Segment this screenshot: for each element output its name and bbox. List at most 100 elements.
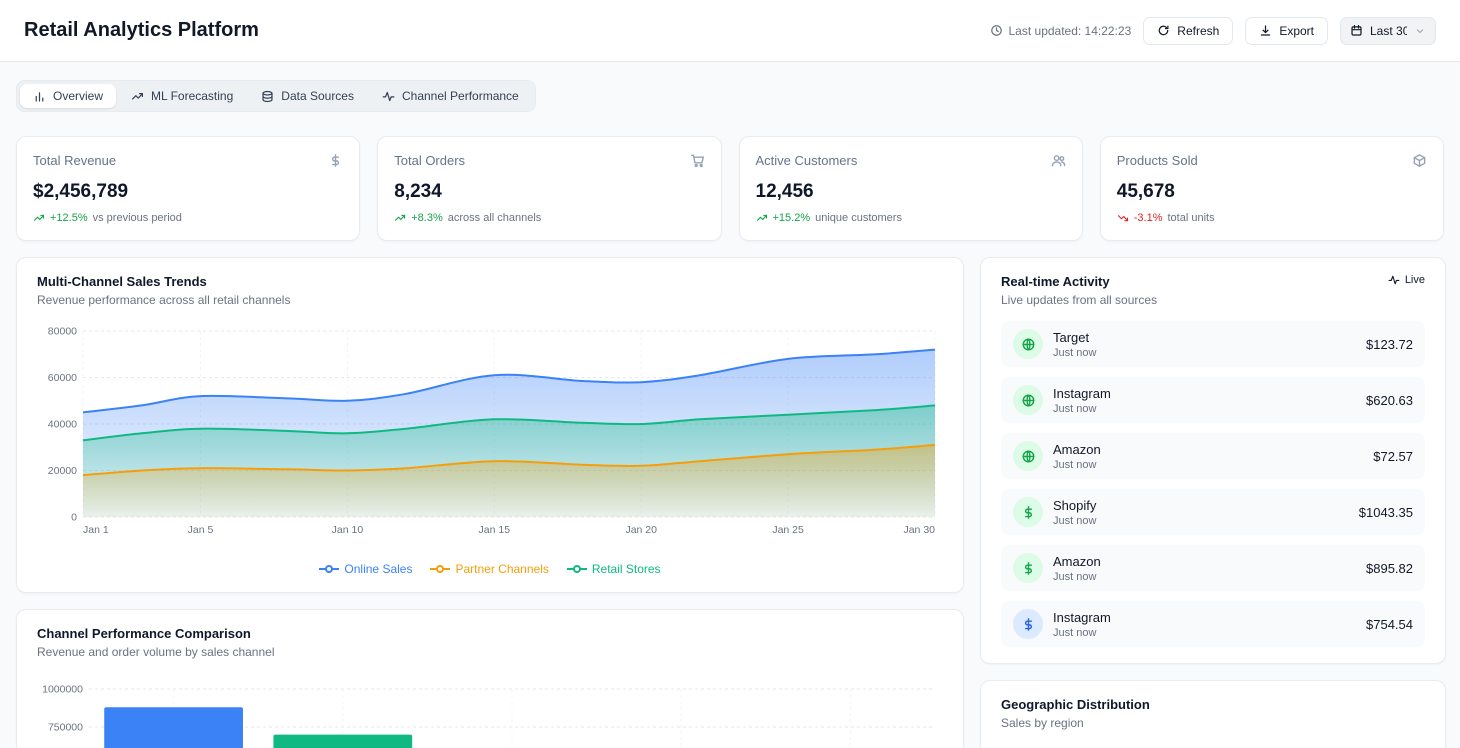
svg-text:40000: 40000 (48, 419, 77, 431)
cart-icon (690, 153, 705, 168)
legend-label: Online Sales (344, 562, 412, 576)
activity-source-icon-wrap (1013, 329, 1043, 359)
activity-source: Instagram (1053, 386, 1356, 401)
tab-ml-forecasting[interactable]: ML Forecasting (118, 84, 246, 108)
kpi-delta: +15.2% (773, 212, 811, 224)
activity-source-icon-wrap (1013, 497, 1043, 527)
geo-subtitle: Sales by region (1001, 716, 1425, 730)
legend-marker (319, 564, 339, 574)
channel-comparison-card: Channel Performance Comparison Revenue a… (16, 609, 964, 748)
clock-icon (990, 24, 1003, 37)
kpi-grid: Total Revenue$2,456,789+12.5%vs previous… (16, 136, 1444, 241)
date-range-select[interactable]: Last 30 da (1340, 17, 1436, 45)
globe-icon (1021, 449, 1036, 464)
download-icon (1259, 24, 1272, 37)
activity-source: Amazon (1053, 442, 1363, 457)
channel-comparison-subtitle: Revenue and order volume by sales channe… (37, 645, 943, 659)
svg-text:Jan 1: Jan 1 (83, 524, 109, 536)
activity-row[interactable]: AmazonJust now$895.82 (1001, 545, 1425, 591)
svg-text:750000: 750000 (48, 722, 83, 734)
activity-source-icon-wrap (1013, 609, 1043, 639)
legend-label: Partner Channels (455, 562, 548, 576)
kpi-value: 8,234 (394, 181, 704, 203)
activity-time: Just now (1053, 403, 1356, 415)
activity-amount: $895.82 (1366, 561, 1413, 576)
refresh-icon (1157, 24, 1170, 37)
last-updated-text: Last updated: 14:22:23 (1009, 24, 1132, 38)
tab-overview[interactable]: Overview (20, 84, 116, 108)
dollar-icon (1021, 617, 1036, 632)
svg-text:1000000: 1000000 (42, 684, 83, 696)
activity-amount: $123.72 (1366, 337, 1413, 352)
page-title: Retail Analytics Platform (24, 19, 259, 42)
svg-text:Jan 5: Jan 5 (188, 524, 214, 536)
activity-icon (1388, 274, 1400, 286)
trending-up-icon (33, 212, 45, 224)
kpi-delta: +8.3% (411, 212, 443, 224)
kpi-card-total-orders: Total Orders8,234+8.3%across all channel… (377, 136, 721, 241)
activity-row[interactable]: InstagramJust now$620.63 (1001, 377, 1425, 423)
channel-bar-chart[interactable]: 02500005000007500001000000 (37, 673, 943, 748)
legend-marker (430, 564, 450, 574)
dollar-icon (1021, 505, 1036, 520)
activity-row[interactable]: TargetJust now$123.72 (1001, 321, 1425, 367)
trending-down-icon (1117, 212, 1129, 224)
tab-label: Channel Performance (402, 89, 519, 103)
package-icon (1412, 153, 1427, 168)
kpi-value: 45,678 (1117, 181, 1427, 203)
activity-time: Just now (1053, 347, 1356, 359)
activity-amount: $1043.35 (1359, 505, 1413, 520)
activity-amount: $72.57 (1373, 449, 1413, 464)
activity-time: Just now (1053, 571, 1356, 583)
live-badge: Live (1388, 274, 1425, 286)
activity-row[interactable]: ShopifyJust now$1043.35 (1001, 489, 1425, 535)
live-label: Live (1405, 274, 1425, 286)
right-column: Real-time Activity Live updates from all… (980, 257, 1446, 748)
svg-text:Jan 10: Jan 10 (332, 524, 364, 536)
channel-comparison-title: Channel Performance Comparison (37, 626, 943, 641)
tab-label: ML Forecasting (151, 89, 233, 103)
activity-source-icon-wrap (1013, 385, 1043, 415)
legend-item-partner-channels[interactable]: Partner Channels (430, 562, 548, 576)
activity-title: Real-time Activity (1001, 274, 1157, 289)
trending-up-icon (394, 212, 406, 224)
kpi-desc: vs previous period (93, 212, 182, 224)
sales-trends-title: Multi-Channel Sales Trends (37, 274, 943, 289)
svg-text:0: 0 (71, 512, 77, 524)
svg-text:60000: 60000 (48, 372, 77, 384)
kpi-delta: -3.1% (1134, 212, 1163, 224)
users-icon (1051, 153, 1066, 168)
export-button[interactable]: Export (1245, 17, 1328, 45)
app-header: Retail Analytics Platform Last updated: … (0, 0, 1460, 62)
tab-data-sources[interactable]: Data Sources (248, 84, 367, 108)
bar (273, 735, 412, 748)
legend-label: Retail Stores (592, 562, 661, 576)
activity-time: Just now (1053, 515, 1349, 527)
trending-up-icon (131, 90, 144, 103)
activity-row[interactable]: Amazon Just now $72.57 (1001, 433, 1425, 479)
chevron-down-icon (1414, 25, 1426, 37)
kpi-desc: unique customers (815, 212, 902, 224)
tab-channel-performance[interactable]: Channel Performance (369, 84, 532, 108)
geo-title: Geographic Distribution (1001, 697, 1425, 712)
left-column: Multi-Channel Sales Trends Revenue perfo… (16, 257, 964, 748)
chart-legend: Online Sales Partner Channels Retail Store… (37, 562, 943, 576)
multi-channel-area-chart[interactable]: 020000400006000080000Jan 1Jan 5Jan 10Jan… (37, 321, 943, 553)
sales-trends-subtitle: Revenue performance across all retail ch… (37, 293, 943, 307)
refresh-button[interactable]: Refresh (1143, 17, 1233, 45)
activity-source: Instagram (1053, 610, 1356, 625)
legend-item-online-sales[interactable]: Online Sales (319, 562, 412, 576)
dollar-icon (328, 153, 343, 168)
activity-list: TargetJust now$123.72InstagramJust now$6… (1001, 321, 1425, 647)
bar (104, 707, 243, 748)
globe-icon (1021, 337, 1036, 352)
activity-time: Just now (1053, 459, 1363, 471)
sales-trends-card: Multi-Channel Sales Trends Revenue perfo… (16, 257, 964, 593)
legend-item-retail-stores[interactable]: Retail Stores (567, 562, 661, 576)
svg-text:80000: 80000 (48, 326, 77, 338)
activity-row[interactable]: InstagramJust now$754.54 (1001, 601, 1425, 647)
legend-marker (567, 564, 587, 574)
activity-amount: $754.54 (1366, 617, 1413, 632)
activity-card: Real-time Activity Live updates from all… (980, 257, 1446, 664)
kpi-desc: across all channels (448, 212, 542, 224)
